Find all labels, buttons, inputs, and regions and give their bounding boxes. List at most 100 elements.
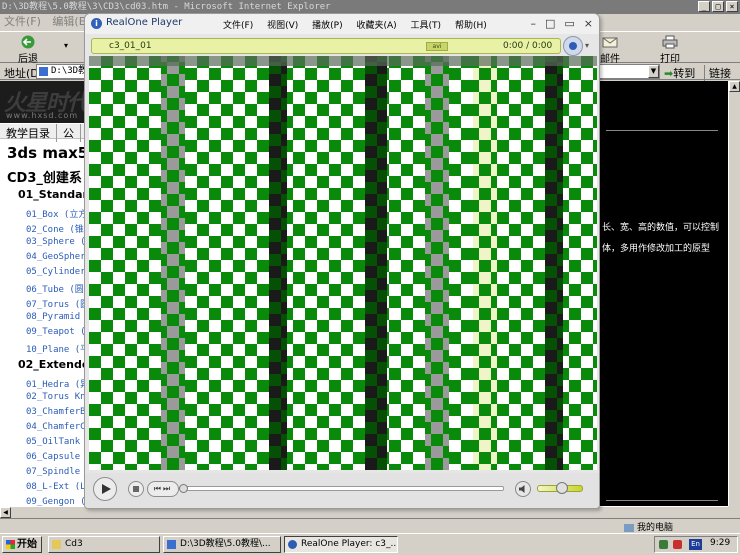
prev-next-buttons[interactable]: ⏮⏭ — [147, 481, 179, 497]
task-label: RealOne Player: c3_... — [301, 539, 398, 549]
player-menu-file[interactable]: 文件(F) — [223, 21, 253, 31]
course-title: 3ds max5 — [7, 144, 89, 162]
player-restore-button[interactable]: □ — [545, 17, 555, 30]
realone-logo-icon: i — [91, 18, 102, 29]
video-frame-band — [425, 56, 449, 470]
printer-icon — [662, 35, 678, 49]
realone-network-button[interactable] — [563, 36, 583, 56]
ie-maximize-button[interactable]: □ — [712, 1, 724, 12]
player-title-bar[interactable]: i RealOne Player 文件(F) 视图(V) 播放(P) 收藏夹(A… — [85, 14, 599, 34]
video-frame-band — [473, 56, 497, 470]
tray-app-icon[interactable] — [659, 540, 668, 549]
back-arrow-icon — [21, 35, 35, 49]
player-minimize-button[interactable]: – — [530, 17, 536, 30]
video-frame-band — [365, 56, 387, 470]
scroll-left-icon[interactable]: ◀ — [0, 507, 11, 518]
nav-announce-link[interactable]: 公 — [57, 124, 81, 142]
links-button[interactable]: 链接 — [704, 65, 731, 81]
chapter-title: CD3_创建系 — [7, 171, 82, 186]
lesson-link[interactable]: 03_Sphere ( — [26, 237, 86, 247]
lesson-link[interactable]: 09_Gengon ( — [26, 497, 86, 506]
divider — [606, 500, 718, 501]
lesson-link[interactable]: 07_Spindle ( — [26, 467, 91, 477]
clock[interactable]: 9:29 — [710, 538, 730, 548]
video-display[interactable] — [89, 56, 597, 470]
ie-title-bar[interactable]: D:\3D教程\5.0教程\3\CD3\cd03.htm - Microsoft… — [0, 0, 740, 14]
ie-close-button[interactable]: × — [726, 1, 738, 12]
ie-vertical-scrollbar[interactable]: ▲ — [728, 81, 740, 506]
back-dropdown-icon[interactable]: ▾ — [64, 41, 68, 50]
lesson-link[interactable]: 01_Box (立方 — [26, 207, 87, 220]
task-button-realone[interactable]: RealOne Player: c3_... — [284, 536, 398, 553]
lesson-link[interactable]: 04_ChamferC — [26, 422, 86, 432]
lesson-link[interactable]: 02_Torus Kn — [26, 392, 86, 402]
player-app-name: RealOne Player — [106, 17, 183, 28]
site-url: www.hxsd.com — [6, 111, 79, 120]
seek-bar[interactable] — [179, 484, 504, 493]
play-button[interactable] — [93, 477, 117, 501]
ie-title-text: D:\3D教程\5.0教程\3\CD3\cd03.htm - Microsoft… — [2, 2, 331, 12]
video-frame-band — [545, 56, 563, 470]
format-badge: avi — [426, 42, 448, 51]
go-label: 转到 — [673, 67, 696, 80]
player-menu-view[interactable]: 视图(V) — [267, 21, 298, 31]
page-icon — [39, 67, 48, 76]
system-tray: En 9:29 — [654, 536, 738, 553]
lesson-link[interactable]: 06_Tube (圆管 — [26, 282, 93, 295]
status-zone: 我的电脑 — [624, 520, 673, 533]
start-button[interactable]: 开始 — [2, 536, 42, 553]
go-button[interactable]: ➡转到 — [664, 65, 695, 81]
speaker-icon[interactable] — [515, 481, 531, 497]
lesson-link[interactable]: 02_Cone (锥体 — [26, 222, 93, 235]
video-frame-band — [161, 56, 185, 470]
volume-handle[interactable] — [556, 482, 569, 494]
lesson-description-line: 长、宽、高的数值，可以控制 — [602, 223, 720, 233]
player-options-dropdown-icon[interactable]: ▾ — [585, 41, 589, 50]
time-display: 0:00 / 0:00 — [503, 41, 553, 51]
realone-player-window: i RealOne Player 文件(F) 视图(V) 播放(P) 收藏夹(A… — [84, 13, 600, 509]
video-frame-band — [269, 56, 287, 470]
print-button[interactable]: 打印 — [660, 35, 680, 65]
back-button[interactable]: 后退 — [18, 35, 38, 65]
lesson-link[interactable]: 08_L-Ext (L — [26, 482, 86, 492]
player-maximize-button[interactable]: ▭ — [564, 17, 574, 30]
lesson-link[interactable]: 01_Hedra (异 — [26, 377, 89, 390]
address-dropdown-icon[interactable]: ▼ — [648, 65, 659, 78]
lesson-link[interactable]: 04_GeoSpher — [26, 252, 86, 262]
lesson-description-line: 体，多用作修改加工的原型 — [602, 244, 711, 254]
lesson-detail-panel: 长、宽、高的数值，可以控制 体，多用作修改加工的原型 — [600, 81, 728, 506]
mail-icon — [602, 37, 618, 48]
lesson-link[interactable]: 05_OilTank ( — [26, 437, 91, 447]
lesson-link[interactable]: 05_Cylinder — [26, 267, 86, 277]
player-menu-tools[interactable]: 工具(T) — [411, 21, 442, 31]
lesson-link[interactable]: 09_Teapot ( — [26, 327, 86, 337]
ie-minimize-button[interactable]: _ — [698, 1, 710, 12]
language-indicator[interactable]: En — [689, 539, 702, 550]
volume-slider[interactable] — [537, 482, 583, 494]
task-button-cd3[interactable]: Cd3 — [48, 536, 160, 553]
nav-catalog-link[interactable]: 教学目录 — [0, 124, 57, 142]
realone-icon — [288, 540, 297, 549]
player-menu-help[interactable]: 帮助(H) — [455, 21, 487, 31]
divider — [606, 130, 718, 131]
tray-app-icon[interactable] — [673, 540, 682, 549]
lesson-link[interactable]: 03_ChamferB — [26, 407, 86, 417]
ie-menu-file[interactable]: 文件(F) — [0, 14, 45, 30]
task-label: D:\3D教程\5.0教程\... — [180, 539, 271, 549]
task-button-ie[interactable]: D:\3D教程\5.0教程\... — [163, 536, 281, 553]
player-menu-favorites[interactable]: 收藏夹(A) — [356, 21, 396, 31]
lesson-link[interactable]: 08_Pyramid ( — [26, 312, 91, 322]
scroll-up-icon[interactable]: ▲ — [729, 81, 740, 92]
mail-button[interactable]: 邮件 — [600, 35, 620, 65]
clip-title: c3_01_01 — [109, 41, 152, 51]
lesson-link[interactable]: 07_Torus (圆 — [26, 297, 89, 310]
folder-icon — [52, 540, 61, 549]
stop-button[interactable] — [128, 481, 144, 497]
taskbar: 开始 Cd3 D:\3D教程\5.0教程\... RealOne Player:… — [0, 533, 740, 555]
now-playing-bar: c3_01_01 avi 0:00 / 0:00 — [91, 38, 561, 54]
seek-handle[interactable] — [179, 484, 188, 493]
player-menu-play[interactable]: 播放(P) — [312, 21, 342, 31]
player-close-button[interactable]: × — [584, 17, 593, 30]
lesson-link[interactable]: 10_Plane (平 — [26, 342, 89, 355]
lesson-link[interactable]: 06_Capsule ( — [26, 452, 91, 462]
